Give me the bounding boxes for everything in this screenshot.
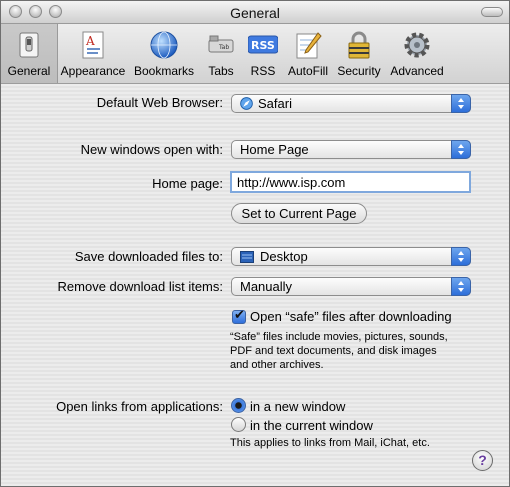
new-windows-popup[interactable]: Home Page	[231, 140, 471, 159]
remove-items-popup[interactable]: Manually	[231, 277, 471, 296]
tab-rss[interactable]: RSS RSS	[243, 24, 283, 83]
title-bar: General	[1, 1, 509, 24]
default-browser-label: Default Web Browser:	[96, 95, 223, 110]
popup-arrows-icon	[451, 94, 471, 113]
set-to-current-page-button[interactable]: Set to Current Page	[231, 203, 367, 224]
tab-advanced[interactable]: Advanced	[386, 24, 448, 83]
safe-files-note-line: PDF and text documents, and disk images	[230, 345, 437, 357]
tab-general[interactable]: General	[1, 24, 58, 83]
popup-arrows-icon	[451, 140, 471, 159]
tab-tabs[interactable]: Tab Tabs	[200, 24, 242, 83]
preferences-toolbar: General A Appearance Bookmarks Tab Tabs …	[1, 24, 509, 84]
gear-icon	[404, 32, 430, 58]
safe-files-note-line: and other archives.	[230, 359, 324, 371]
open-safe-files-label[interactable]: Open “safe” files after downloading	[250, 309, 452, 324]
popup-arrows-icon	[451, 277, 471, 296]
tab-label: Tabs	[208, 64, 234, 78]
home-page-field[interactable]: http://www.isp.com	[230, 171, 471, 193]
tab-security[interactable]: Security	[333, 24, 385, 83]
tab-appearance[interactable]: A Appearance	[58, 24, 128, 83]
radio-new-window-label[interactable]: in a new window	[250, 399, 345, 414]
radio-current-window[interactable]	[231, 417, 246, 432]
svg-text:A: A	[85, 34, 95, 48]
tabs-icon: Tab	[208, 35, 234, 53]
open-safe-files-checkbox[interactable]	[232, 308, 246, 324]
save-downloads-popup[interactable]: Desktop	[231, 247, 471, 266]
new-windows-value: Home Page	[240, 142, 309, 157]
switch-icon	[19, 32, 39, 58]
desktop-folder-icon	[240, 251, 254, 263]
window-title: General	[230, 5, 280, 21]
lock-icon	[348, 31, 370, 59]
remove-items-value: Manually	[240, 279, 293, 294]
safe-files-note-line: “Safe” files include movies, pictures, s…	[230, 331, 448, 343]
tab-bookmarks[interactable]: Bookmarks	[129, 24, 199, 83]
safari-compass-icon	[240, 97, 253, 110]
tab-label: Advanced	[390, 64, 444, 78]
preferences-window: General General A Appearance Bookmarks T…	[0, 0, 510, 487]
pencil-icon	[296, 32, 322, 59]
default-browser-popup[interactable]: Safari	[231, 94, 471, 113]
help-button[interactable]: ?	[472, 450, 493, 471]
links-note: This applies to links from Mail, iChat, …	[230, 437, 430, 449]
appearance-icon: A	[82, 31, 104, 59]
rss-icon: RSS	[248, 35, 278, 54]
general-pane: Default Web Browser: Safari New windows …	[1, 84, 509, 486]
save-downloads-label: Save downloaded files to:	[74, 249, 223, 264]
popup-arrows-icon	[451, 247, 471, 266]
home-page-label: Home page:	[152, 176, 223, 191]
safe-files-note: “Safe” files include movies, pictures, s…	[230, 330, 448, 372]
tab-label: RSS	[250, 64, 276, 78]
tab-label: Bookmarks	[133, 64, 195, 78]
radio-current-window-label[interactable]: in the current window	[250, 418, 373, 433]
radio-new-window[interactable]	[231, 398, 246, 413]
tab-label: Security	[337, 64, 381, 78]
svg-text:Tab: Tab	[218, 44, 229, 51]
globe-icon	[150, 31, 178, 59]
tab-label: AutoFill	[287, 64, 328, 78]
rss-badge: RSS	[251, 39, 275, 52]
remove-items-label: Remove download list items:	[57, 279, 223, 294]
open-links-label: Open links from applications:	[56, 399, 223, 414]
default-browser-value: Safari	[258, 96, 292, 111]
tab-label: Appearance	[60, 64, 126, 78]
new-windows-label: New windows open with:	[80, 142, 223, 157]
tab-label: General	[7, 64, 51, 78]
toolbar-toggle-button[interactable]	[481, 7, 503, 17]
save-downloads-value: Desktop	[260, 249, 308, 264]
tab-autofill[interactable]: AutoFill	[284, 24, 332, 83]
